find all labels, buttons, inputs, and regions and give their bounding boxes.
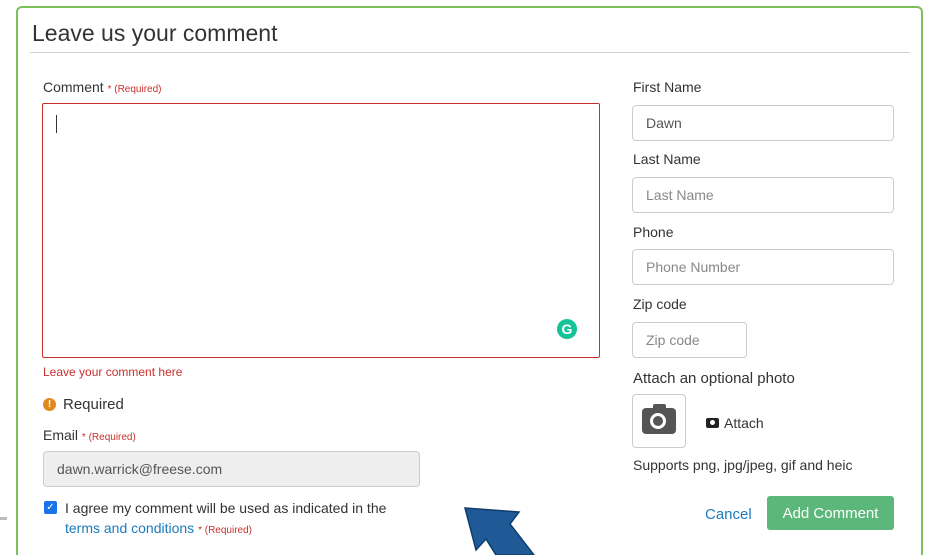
camera-small-icon bbox=[706, 418, 719, 428]
attach-label: Attach bbox=[724, 415, 764, 431]
agree-checkbox[interactable]: ✓ bbox=[44, 501, 57, 514]
phone-label: Phone bbox=[633, 224, 674, 240]
email-label-text: Email bbox=[43, 427, 79, 443]
add-comment-button[interactable]: Add Comment bbox=[767, 496, 894, 530]
agreement-required-mark: * (Required) bbox=[198, 525, 252, 536]
last-name-label: Last Name bbox=[633, 151, 701, 167]
comment-textarea[interactable]: G bbox=[42, 103, 600, 358]
comment-hint: Leave your comment here bbox=[43, 365, 183, 379]
last-name-field[interactable] bbox=[632, 177, 894, 213]
grammarly-icon[interactable]: G bbox=[557, 319, 577, 339]
required-message: Required bbox=[63, 396, 124, 413]
camera-lens bbox=[650, 413, 666, 429]
email-field[interactable] bbox=[43, 451, 420, 487]
cancel-link[interactable]: Cancel bbox=[705, 506, 752, 523]
phone-field[interactable] bbox=[632, 249, 894, 285]
pointer-arrow-icon bbox=[464, 507, 535, 555]
zip-label: Zip code bbox=[633, 296, 687, 312]
email-label: Email * (Required) bbox=[43, 427, 136, 443]
photo-upload-button[interactable] bbox=[632, 394, 686, 448]
attach-button[interactable]: Attach bbox=[706, 415, 764, 431]
first-name-field[interactable] bbox=[632, 105, 894, 141]
zip-field[interactable] bbox=[632, 322, 747, 358]
info-icon: ! bbox=[43, 398, 56, 411]
email-required-mark: * (Required) bbox=[81, 432, 136, 443]
agreement-text: I agree my comment will be used as indic… bbox=[65, 498, 386, 541]
page-edge-marker bbox=[0, 517, 7, 520]
text-caret bbox=[56, 115, 57, 133]
comment-label: Comment * (Required) bbox=[43, 79, 162, 95]
page-title: Leave us your comment bbox=[32, 20, 278, 46]
comment-required-mark: * (Required) bbox=[107, 84, 162, 95]
terms-link[interactable]: terms and conditions bbox=[65, 520, 194, 536]
agreement-sentence: I agree my comment will be used as indic… bbox=[65, 500, 387, 516]
first-name-label: First Name bbox=[633, 79, 702, 95]
comment-label-text: Comment bbox=[43, 79, 104, 95]
photo-supports-note: Supports png, jpg/jpeg, gif and heic bbox=[633, 457, 853, 473]
photo-label: Attach an optional photo bbox=[633, 370, 795, 387]
title-divider bbox=[30, 52, 910, 53]
